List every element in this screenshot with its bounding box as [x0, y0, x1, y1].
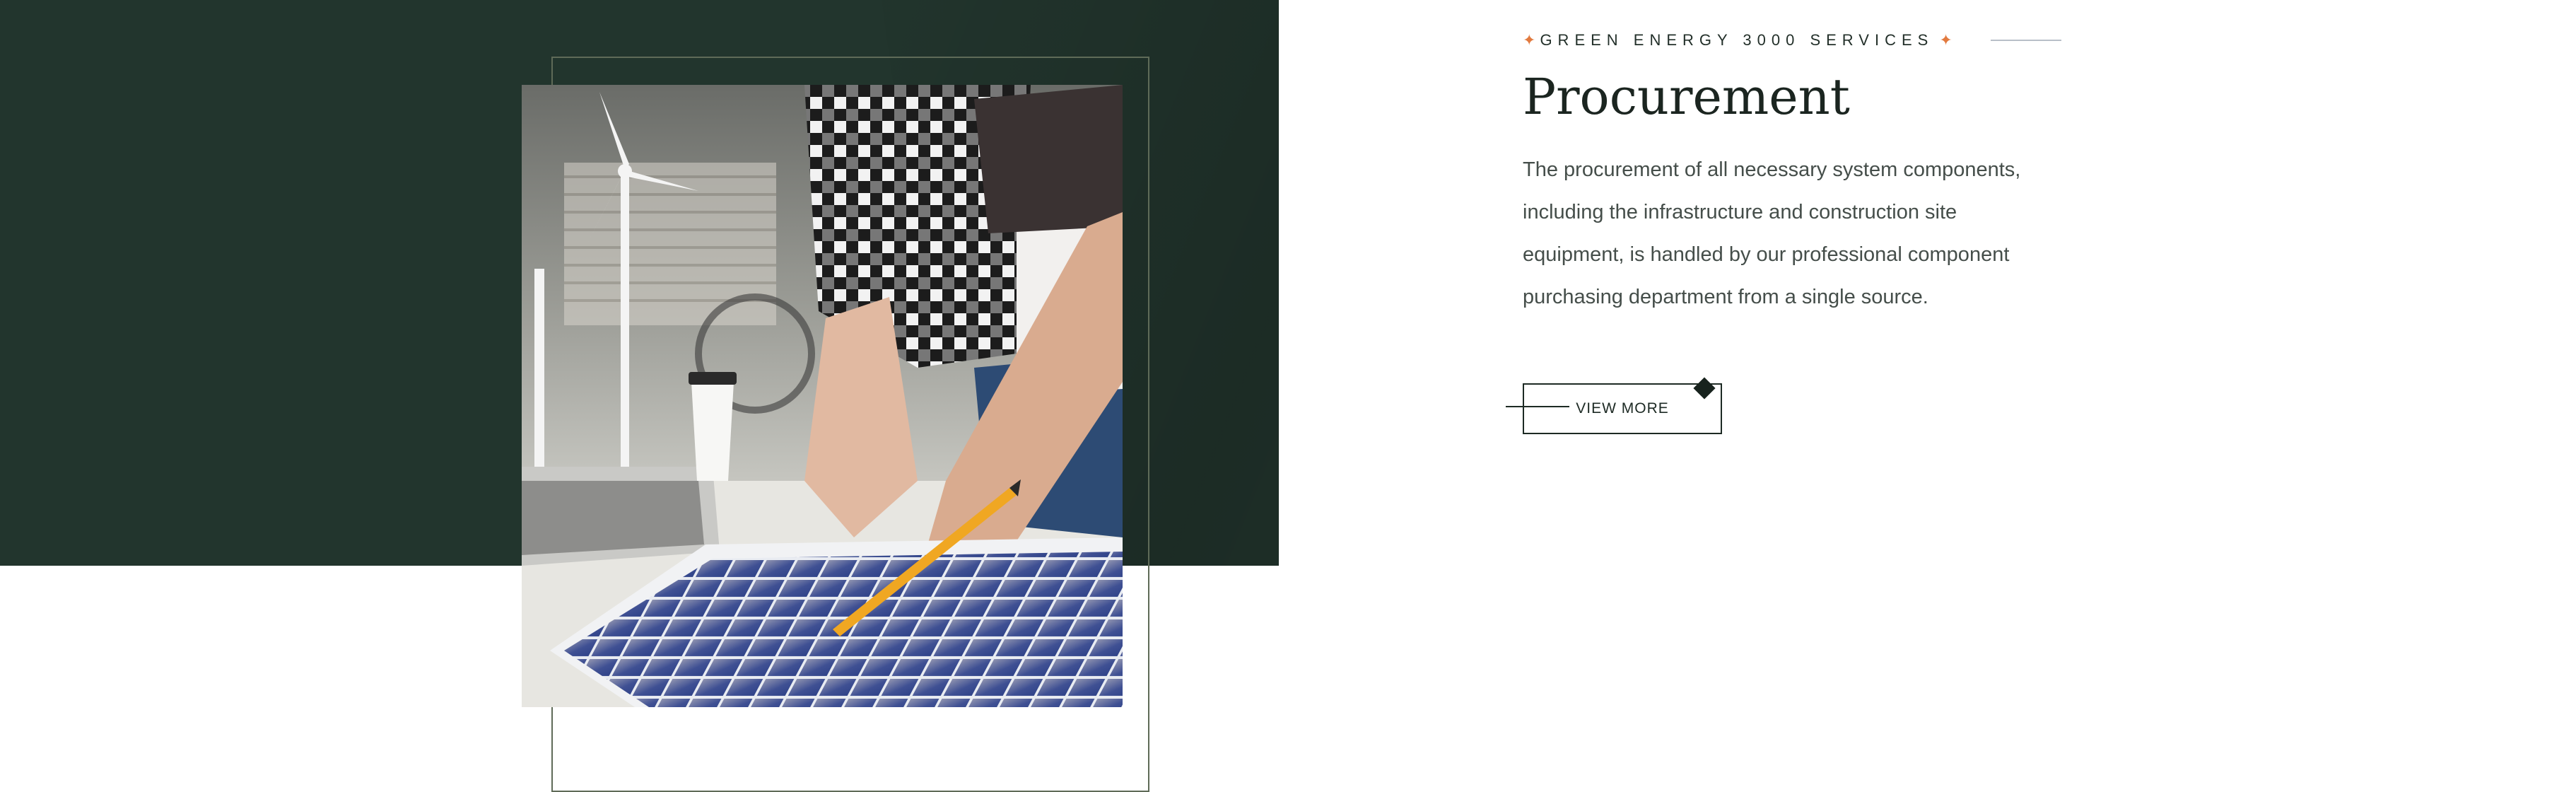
button-decoration-line [1506, 406, 1569, 407]
view-more-label: VIEW MORE [1576, 400, 1669, 417]
subtitle-divider [1991, 40, 2061, 41]
section-subtitle: GREEN ENERGY 3000 SERVICES [1540, 31, 1934, 49]
view-more-button[interactable]: VIEW MORE [1523, 383, 1722, 434]
solar-panel-photo [522, 85, 1123, 707]
subtitle-row: ✦ GREEN ENERGY 3000 SERVICES ✦ [1523, 31, 2060, 52]
section-title: Procurement [1523, 68, 1850, 126]
star-icon: ✦ [1939, 31, 1953, 49]
section-description: The procurement of all necessary system … [1523, 158, 2021, 308]
star-icon: ✦ [1523, 31, 1536, 49]
